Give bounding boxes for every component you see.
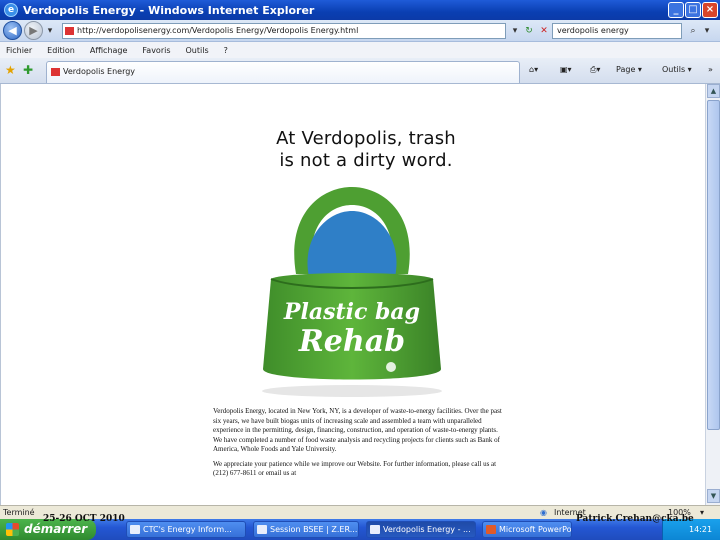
ie-icon <box>370 525 380 534</box>
search-text: verdopolis energy <box>557 26 629 35</box>
maximize-button[interactable]: □ <box>685 2 701 18</box>
add-favorites-icon[interactable]: ✚ <box>23 63 33 77</box>
headline-line-1: At Verdopolis, trash <box>276 128 456 149</box>
scroll-thumb[interactable] <box>707 100 720 430</box>
menu-help[interactable]: ? <box>224 46 228 55</box>
stop-icon[interactable]: ✕ <box>537 23 551 39</box>
bag-text-line-1: Plastic bag <box>283 299 420 325</box>
app-icon <box>257 525 267 534</box>
taskbar-item-label: Microsoft PowerPoint ... <box>499 525 572 534</box>
page-menu-label: Page <box>616 65 636 74</box>
taskbar-item-label: Session BSEE | Z.ER... <box>270 525 358 534</box>
taskbar-item-ctc[interactable]: CTC's Energy Inform... <box>126 521 246 538</box>
slide-email: Patrick.Crehan@cka.be <box>576 514 694 524</box>
contact-paragraph: We appreciate your patience while we imp… <box>213 459 497 478</box>
taskbar-item-label: CTC's Energy Inform... <box>143 525 232 534</box>
page-body-text: Verdopolis Energy, located in New York, … <box>213 407 505 484</box>
url-dropdown-icon[interactable]: ▾ <box>508 23 522 39</box>
menu-edit[interactable]: Edition <box>47 46 75 55</box>
taskbar-item-session[interactable]: Session BSEE | Z.ER... <box>253 521 359 538</box>
taskbar-item-verdopolis[interactable]: Verdopolis Energy - ... <box>366 521 476 538</box>
title-bar: e Verdopolis Energy - Windows Internet E… <box>0 0 720 20</box>
menu-file[interactable]: Fichier <box>6 46 32 55</box>
menu-bar: Fichier Edition Affichage Favoris Outils… <box>0 42 720 58</box>
menu-favorites[interactable]: Favoris <box>142 46 170 55</box>
tab-favicon <box>51 68 60 76</box>
menu-view[interactable]: Affichage <box>90 46 128 55</box>
status-text: Terminé <box>3 508 35 517</box>
history-dropdown-icon[interactable]: ▾ <box>43 23 57 39</box>
feeds-icon[interactable]: ▣▾ <box>560 65 572 74</box>
app-icon <box>130 525 140 534</box>
close-button[interactable]: × <box>702 2 718 18</box>
search-options-icon[interactable]: ▾ <box>700 23 714 39</box>
internet-zone-icon: ◉ <box>540 508 547 517</box>
tools-menu-label: Outils <box>662 65 686 74</box>
url-text: http://verdopolisenergy.com/Verdopolis E… <box>77 26 359 35</box>
favorites-star-icon[interactable]: ★ <box>5 63 16 77</box>
ie-icon: e <box>4 3 18 17</box>
browser-screen: e Verdopolis Energy - Windows Internet E… <box>0 0 720 540</box>
url-input[interactable]: http://verdopolisenergy.com/Verdopolis E… <box>62 23 506 39</box>
window-title: Verdopolis Energy - Windows Internet Exp… <box>23 3 315 17</box>
back-button[interactable]: ◀ <box>3 21 22 40</box>
search-input[interactable]: verdopolis energy <box>552 23 682 39</box>
taskbar-item-label: Verdopolis Energy - ... <box>383 525 471 534</box>
tools-menu-button[interactable]: Outils ▾ <box>662 65 692 74</box>
powerpoint-icon <box>486 525 496 534</box>
page-menu-button[interactable]: Page ▾ <box>616 65 642 74</box>
search-icon[interactable]: ⌕ <box>686 23 700 39</box>
scroll-up-icon[interactable]: ▲ <box>707 84 720 98</box>
site-favicon <box>65 27 74 35</box>
zoom-dropdown-icon[interactable]: ▾ <box>700 506 704 519</box>
tab-verdopolis[interactable]: Verdopolis Energy <box>46 61 520 83</box>
menu-tools[interactable]: Outils <box>186 46 209 55</box>
slide-date: 25-26 OCT 2010 <box>43 514 125 524</box>
headline-line-2: is not a dirty word. <box>279 150 453 171</box>
refresh-icon[interactable]: ↻ <box>522 23 536 39</box>
print-icon[interactable]: ⎙▾ <box>590 65 600 75</box>
scroll-down-icon[interactable]: ▼ <box>707 489 720 503</box>
tab-label: Verdopolis Energy <box>63 67 136 76</box>
taskbar-item-powerpoint[interactable]: Microsoft PowerPoint ... <box>482 521 572 538</box>
company-description: Verdopolis Energy, located in New York, … <box>213 407 502 453</box>
clock: 14:21 <box>689 525 713 534</box>
page-content: At Verdopolis, trash is not a dirty word… <box>0 84 705 505</box>
page-headline: At Verdopolis, trash is not a dirty word… <box>206 128 526 172</box>
tab-bar: ★ ✚ Verdopolis Energy ⌂▾ ▣▾ ⎙▾ Page ▾ Ou… <box>0 58 720 84</box>
windows-logo-icon <box>6 523 19 536</box>
address-bar: ◀ ▶ ▾ http://verdopolisenergy.com/Verdop… <box>0 20 720 42</box>
home-icon[interactable]: ⌂▾ <box>529 65 538 74</box>
forward-button[interactable]: ▶ <box>24 21 43 40</box>
bag-text-line-2: Rehab <box>298 324 405 359</box>
start-label: démarrer <box>24 522 88 536</box>
minimize-button[interactable]: _ <box>668 2 684 18</box>
chevron-more-icon[interactable]: » <box>708 65 713 74</box>
plastic-bag-rehab-image: Plastic bag Rehab <box>262 187 442 397</box>
vertical-scrollbar[interactable]: ▲ ▼ <box>705 84 720 505</box>
